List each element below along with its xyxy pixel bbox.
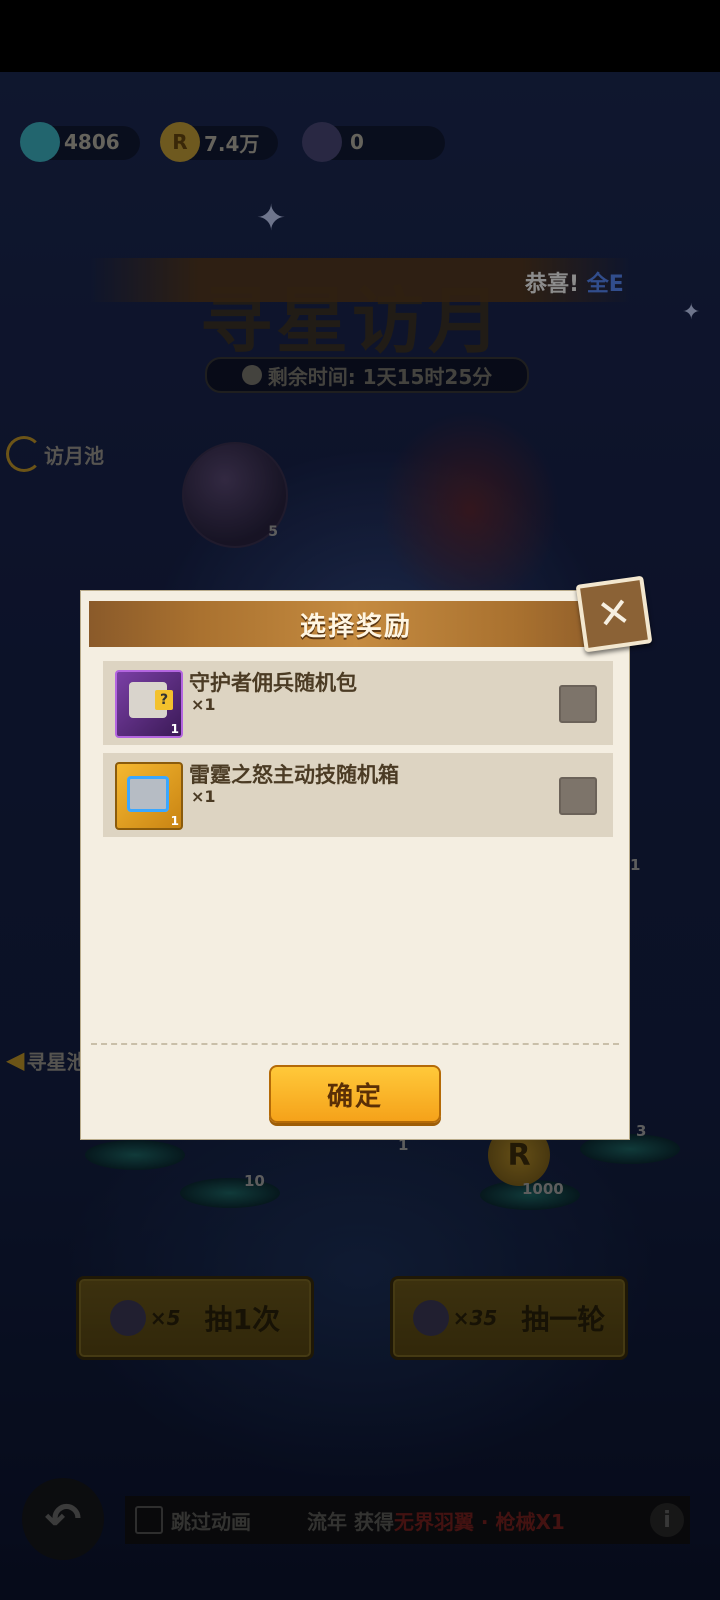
reward-option[interactable]: 1 雷霆之怒主动技随机箱 ×1 — [103, 753, 613, 837]
item-count: 1 — [170, 722, 179, 736]
close-icon: ✕ — [594, 588, 634, 640]
skill-box-icon: 1 — [115, 762, 183, 830]
confirm-label: 确定 — [326, 1081, 383, 1112]
item-count: 1 — [170, 814, 179, 828]
mercenary-pack-icon: 1 — [115, 670, 183, 738]
reward-option[interactable]: 1 守护者佣兵随机包 ×1 — [103, 661, 613, 745]
dialog-header: 选择奖励 — [89, 601, 623, 647]
dialog-divider — [91, 1043, 619, 1045]
reward-name: 雷霆之怒主动技随机箱 — [189, 763, 399, 787]
close-button[interactable]: ✕ — [575, 575, 653, 653]
select-reward-dialog: 选择奖励 1 守护者佣兵随机包 ×1 1 雷霆之怒主动技随机箱 ×1 确定 — [80, 590, 630, 1140]
reward-checkbox[interactable] — [559, 777, 597, 815]
reward-name: 守护者佣兵随机包 — [189, 671, 357, 695]
dialog-title: 选择奖励 — [299, 611, 412, 642]
first-aid-kit-icon — [129, 682, 173, 718]
lightning-chest-icon — [127, 776, 169, 812]
reward-qty: ×1 — [191, 787, 216, 806]
confirm-button[interactable]: 确定 — [269, 1065, 441, 1123]
reward-qty: ×1 — [191, 695, 216, 714]
reward-checkbox[interactable] — [559, 685, 597, 723]
status-bar — [0, 0, 720, 72]
